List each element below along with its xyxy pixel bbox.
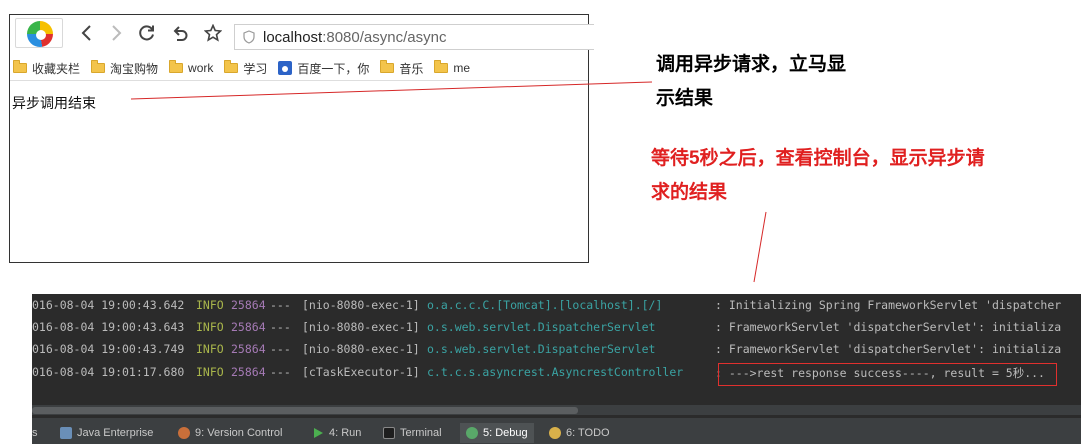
- log-logger[interactable]: o.s.web.servlet.DispatcherServlet: [427, 342, 655, 356]
- log-separator: ---: [270, 342, 291, 356]
- log-timestamp: 016-08-04 19:00:43.749: [32, 342, 185, 356]
- debug-bug-icon: [466, 427, 478, 439]
- log-message: : Initializing Spring FrameworkServlet '…: [715, 298, 1062, 312]
- tab-label: 9: Version Control: [195, 427, 283, 439]
- log-pid: 25864: [231, 365, 266, 379]
- tab-label: 5: Debug: [483, 427, 528, 439]
- log-logger[interactable]: o.s.web.servlet.DispatcherServlet: [427, 320, 655, 334]
- log-level: INFO: [196, 342, 224, 356]
- tool-tab-terminal[interactable]: Terminal: [383, 423, 442, 443]
- todo-icon: [549, 427, 561, 439]
- tool-tab-run[interactable]: 4: Run: [312, 423, 361, 443]
- annotation-note-immediate: 调用异步请求，立马显示结果: [656, 54, 847, 109]
- version-control-icon: [178, 427, 190, 439]
- log-level: INFO: [196, 365, 224, 379]
- log-logger[interactable]: o.a.c.c.C.[Tomcat].[localhost].[/]: [427, 298, 662, 312]
- result-highlight-box: [718, 363, 1057, 386]
- run-icon: [314, 428, 323, 438]
- log-pid: 25864: [231, 320, 266, 334]
- java-enterprise-icon: [60, 427, 72, 439]
- log-timestamp: 016-08-04 19:00:43.642: [32, 298, 185, 312]
- terminal-icon: [383, 427, 395, 439]
- log-separator: ---: [270, 365, 291, 379]
- tool-tab-java-enterprise[interactable]: Java Enterprise: [60, 423, 153, 443]
- log-thread: [nio-8080-exec-1]: [302, 342, 420, 356]
- log-pid: 25864: [231, 342, 266, 356]
- tool-tab-version-control[interactable]: 9: Version Control: [178, 423, 282, 443]
- log-level: INFO: [196, 320, 224, 334]
- log-separator: ---: [270, 298, 291, 312]
- tool-tab-partial[interactable]: s: [32, 423, 38, 443]
- tab-label: s: [32, 427, 38, 439]
- log-logger[interactable]: c.t.c.s.asyncrest.AsyncrestController: [427, 365, 683, 379]
- tab-label: 4: Run: [329, 427, 362, 439]
- console-log: 016-08-04 19:00:43.642 INFO 25864 --- [n…: [32, 294, 1081, 404]
- log-thread: [nio-8080-exec-1]: [302, 320, 420, 334]
- log-message: : FrameworkServlet 'dispatcherServlet': …: [715, 320, 1062, 334]
- console-horizontal-scrollbar[interactable]: [32, 405, 1081, 415]
- log-pid: 25864: [231, 298, 266, 312]
- log-thread: [nio-8080-exec-1]: [302, 298, 420, 312]
- scrollbar-thumb[interactable]: [32, 407, 578, 414]
- log-separator: ---: [270, 320, 291, 334]
- annotation-line-2: [753, 211, 767, 283]
- tool-tab-debug[interactable]: 5: Debug: [460, 423, 534, 443]
- ide-console: 016-08-04 19:00:43.642 INFO 25864 --- [n…: [32, 294, 1081, 444]
- tab-label: 6: TODO: [566, 427, 610, 439]
- tab-label: Java Enterprise: [77, 427, 154, 439]
- log-thread: [cTaskExecutor-1]: [302, 365, 420, 379]
- tab-label: Terminal: [400, 427, 442, 439]
- ide-tool-window-bar: s Java Enterprise 9: Version Control 4: …: [32, 417, 1081, 444]
- log-timestamp: 016-08-04 19:00:43.643: [32, 320, 185, 334]
- annotation-line-1: [130, 81, 653, 100]
- log-level: INFO: [196, 298, 224, 312]
- tool-tab-todo[interactable]: 6: TODO: [549, 423, 610, 443]
- log-timestamp: 016-08-04 19:01:17.680: [32, 365, 185, 379]
- log-message: : FrameworkServlet 'dispatcherServlet': …: [715, 342, 1062, 356]
- annotation-note-console: 等待5秒之后，查看控制台，显示异步请求的结果: [651, 148, 985, 203]
